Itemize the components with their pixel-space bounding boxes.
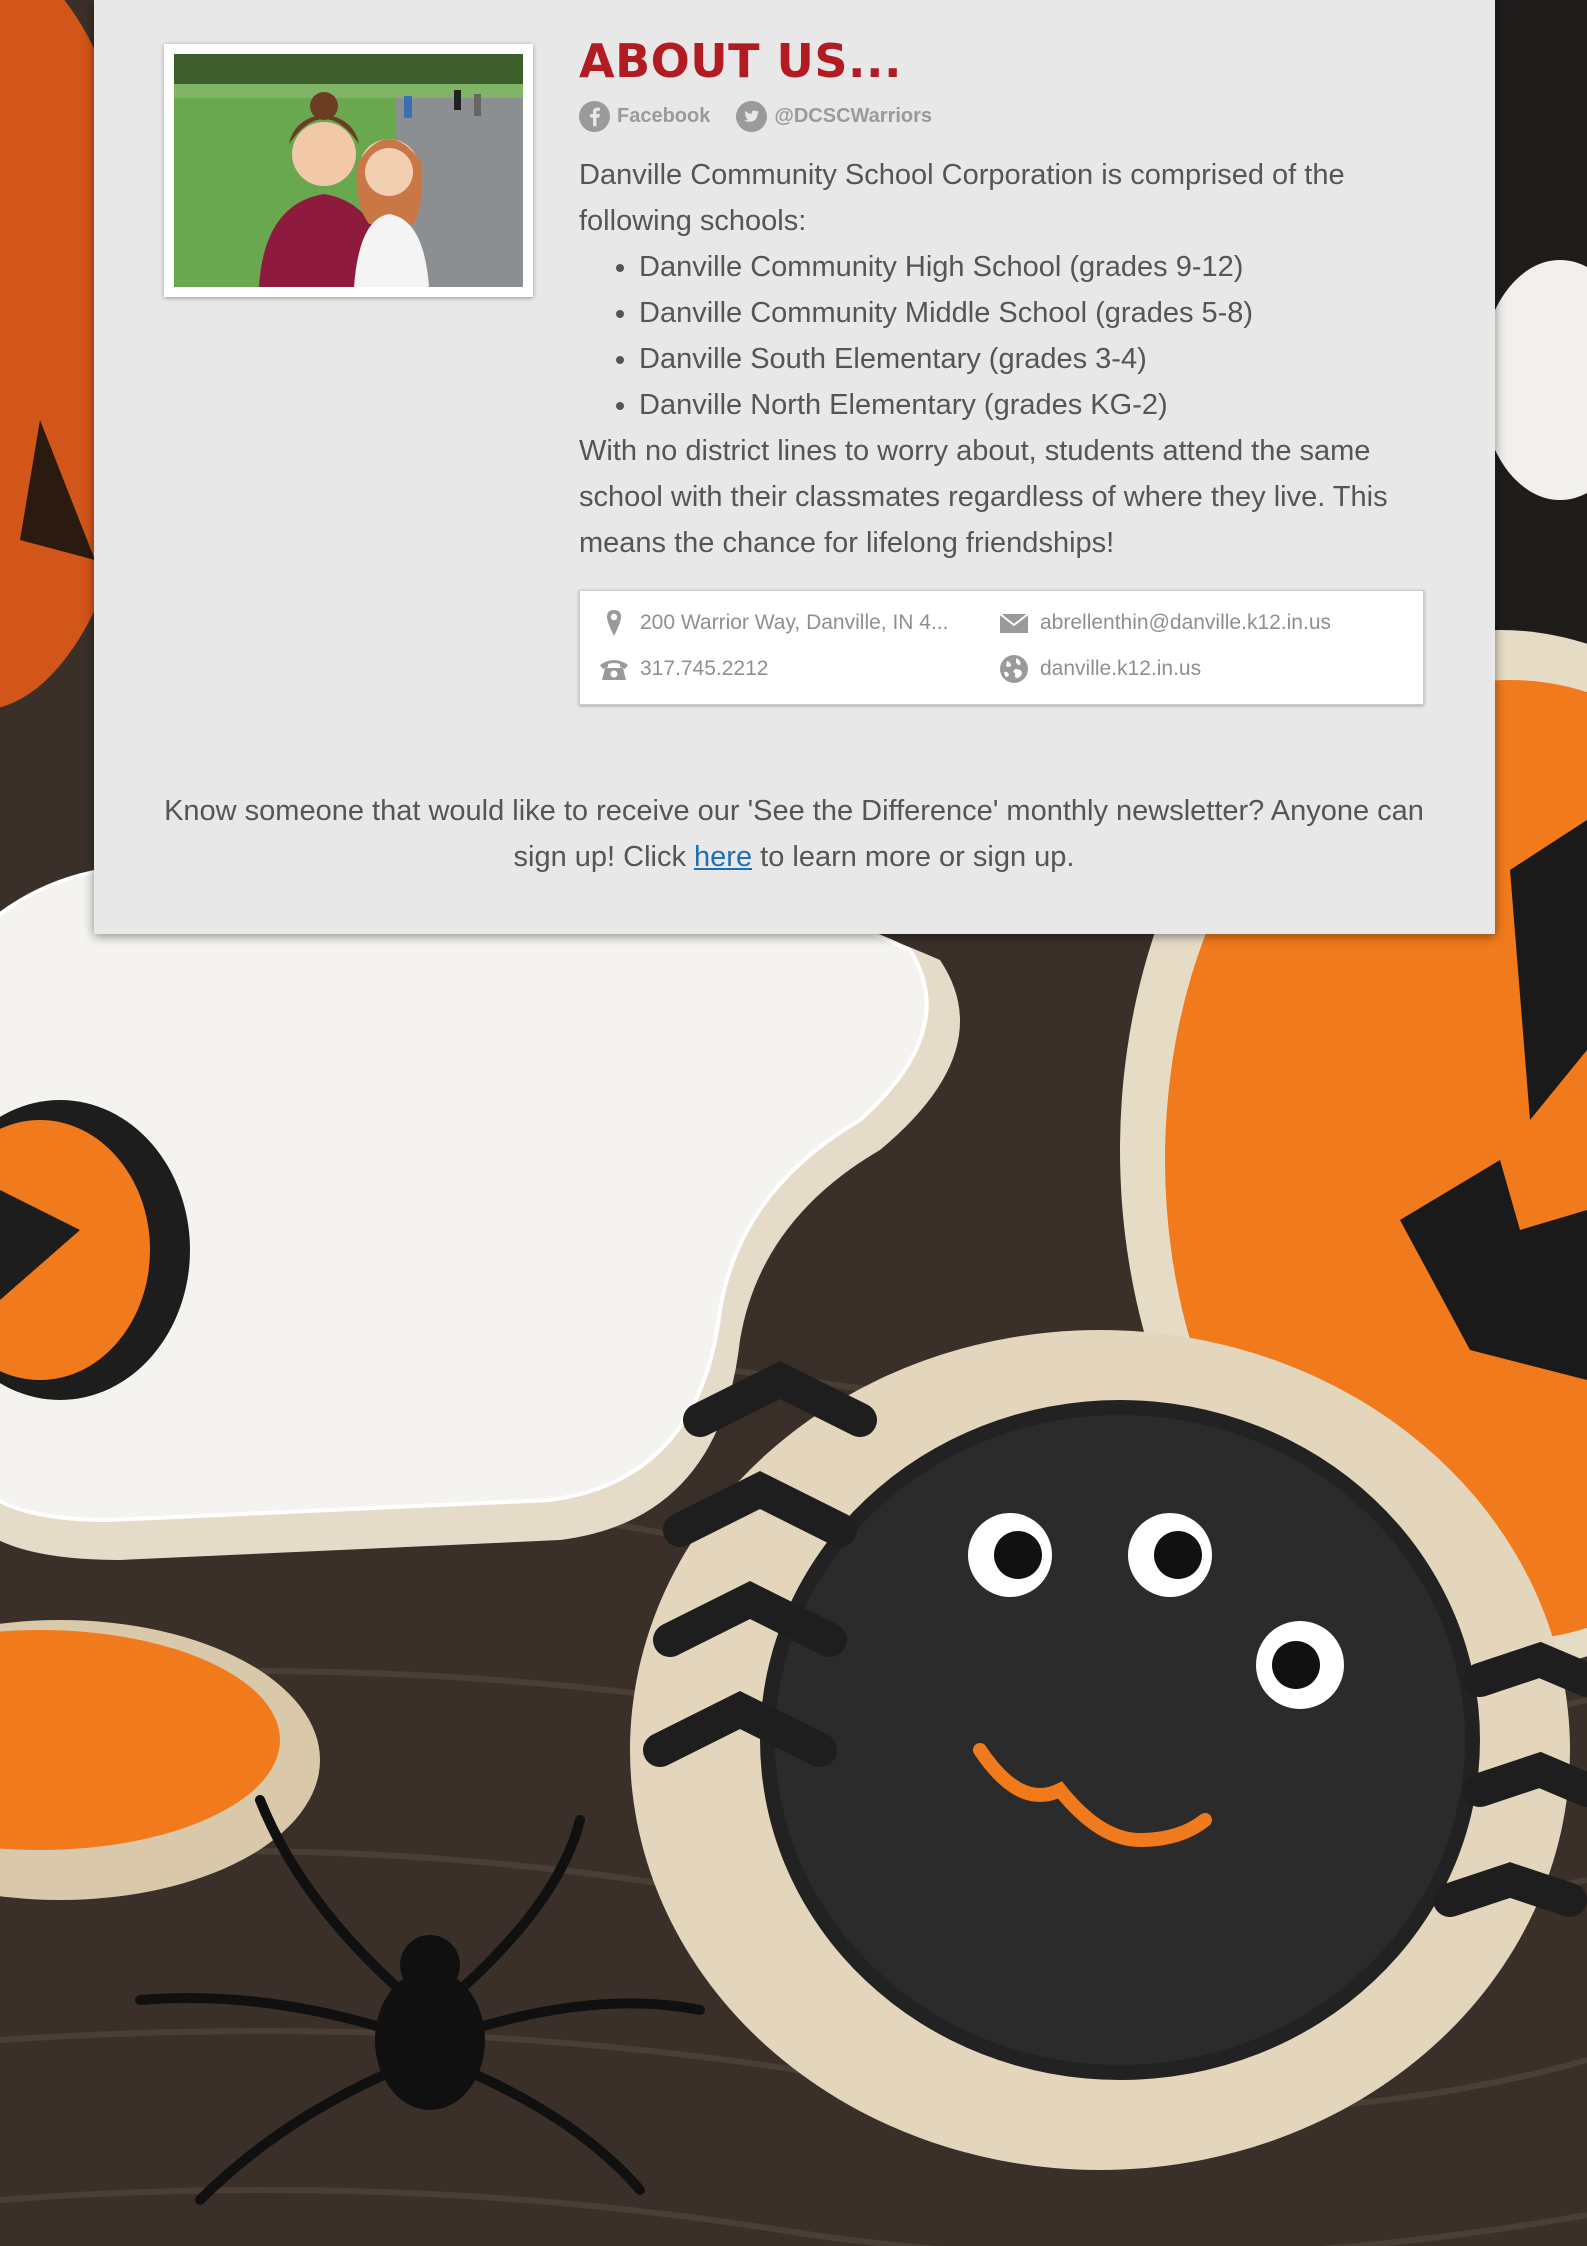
address-item[interactable]: 200 Warrior Way, Danville, IN 4... — [598, 607, 970, 639]
schools-list: Danville Community High School (grades 9… — [579, 244, 1429, 428]
contact-box: 200 Warrior Way, Danville, IN 4... abrel… — [579, 590, 1424, 705]
address-text: 200 Warrior Way, Danville, IN 4... — [640, 611, 949, 634]
twitter-icon — [736, 100, 768, 132]
globe-icon — [1000, 655, 1028, 683]
twitter-label: @DCSCWarriors — [774, 104, 933, 127]
list-item: Danville North Elementary (grades KG-2) — [639, 382, 1429, 428]
list-item: Danville South Elementary (grades 3-4) — [639, 336, 1429, 382]
email-text: abrellenthin@danville.k12.in.us — [1040, 611, 1331, 634]
facebook-link[interactable]: Facebook — [579, 100, 711, 132]
email-item[interactable]: abrellenthin@danville.k12.in.us — [998, 607, 1331, 639]
website-text: danville.k12.in.us — [1040, 657, 1202, 680]
list-item: Danville Community High School (grades 9… — [639, 244, 1429, 290]
about-card: ABOUT US... Facebook @DCSCWarriors Danvi… — [94, 0, 1495, 934]
facebook-icon — [579, 100, 610, 132]
outro-text: With no district lines to worry about, s… — [579, 435, 1388, 559]
students-photo — [174, 54, 523, 287]
envelope-icon — [999, 613, 1029, 633]
facebook-label: Facebook — [617, 104, 711, 127]
photo-frame — [164, 44, 533, 297]
phone-item[interactable]: 317.745.2212 — [598, 653, 768, 685]
intro-text: Danville Community School Corporation is… — [579, 159, 1345, 237]
page-title: ABOUT US... — [579, 34, 902, 88]
phone-icon — [600, 660, 628, 680]
about-content: ABOUT US... Facebook @DCSCWarriors Danvi… — [579, 34, 1429, 705]
newsletter-signup-link[interactable]: here — [694, 841, 752, 873]
website-item[interactable]: danville.k12.in.us — [998, 653, 1201, 685]
map-pin-icon — [607, 610, 621, 636]
newsletter-after-link: to learn more or sign up. — [752, 841, 1075, 873]
social-links: Facebook @DCSCWarriors — [579, 100, 1429, 132]
twitter-link[interactable]: @DCSCWarriors — [736, 100, 933, 132]
list-item: Danville Community Middle School (grades… — [639, 290, 1429, 336]
phone-text: 317.745.2212 — [640, 657, 769, 680]
newsletter-text: Know someone that would like to receive … — [134, 788, 1454, 880]
